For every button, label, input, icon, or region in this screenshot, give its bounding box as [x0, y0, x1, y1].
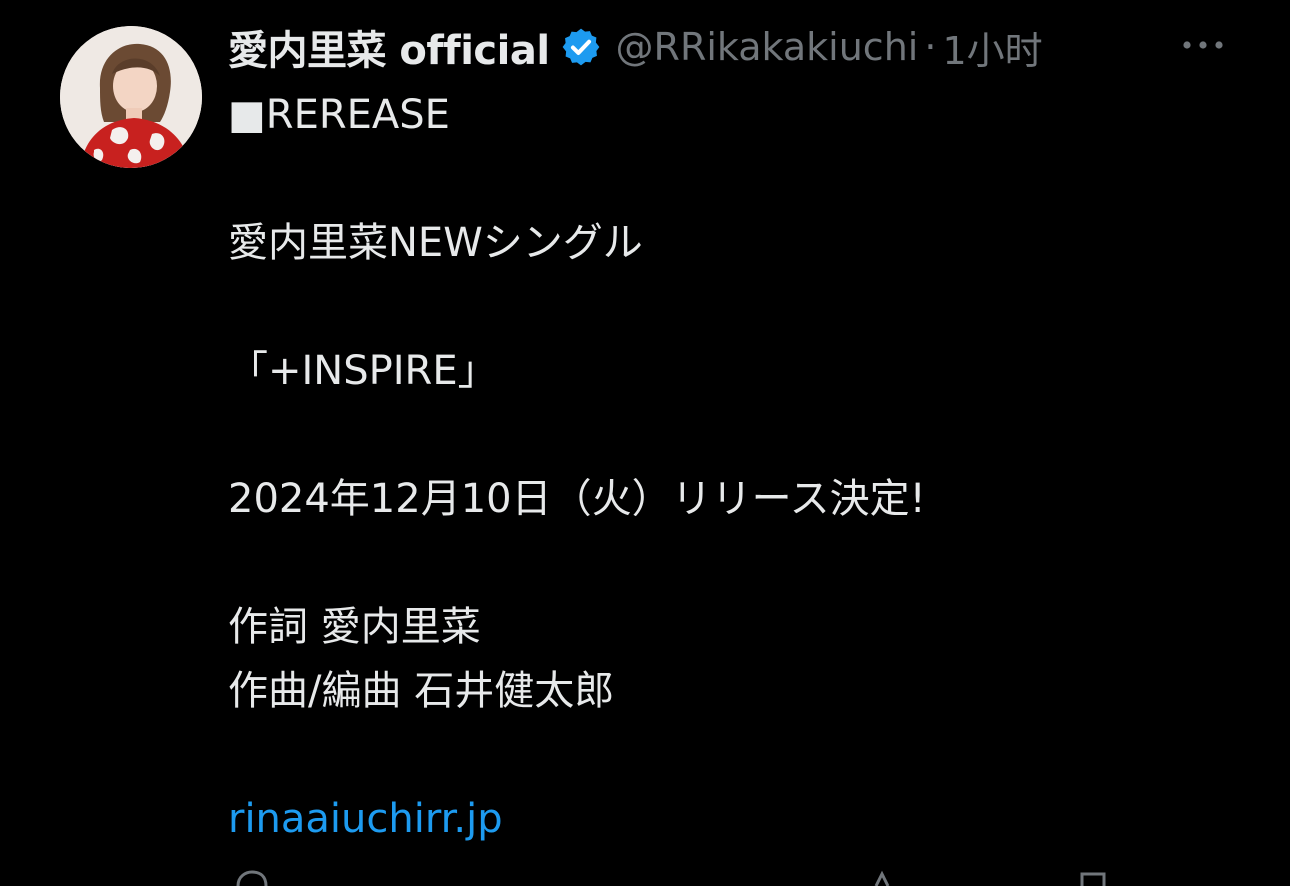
views-icon[interactable]: [862, 866, 902, 886]
tweet-link[interactable]: rinaaiuchirr.jp: [228, 792, 503, 846]
more-options-button[interactable]: [1180, 28, 1226, 62]
tweet-line-lyrics: 作詞 愛内里菜: [228, 604, 481, 650]
tweet-line-composer: 作曲/編曲 石井健太郎: [228, 668, 615, 714]
verified-badge-icon: [560, 26, 602, 68]
tweet-line-title: 「+INSPIRE」: [228, 348, 498, 394]
avatar[interactable]: [60, 26, 202, 168]
tweet-actions: [228, 866, 1228, 886]
tweet-line-date: 2024年12月10日（火）リリース決定!: [228, 476, 926, 522]
separator-dot: ·: [924, 25, 937, 69]
tweet-line-single: 愛内里菜NEWシングル: [228, 220, 643, 266]
tweet-line-release: ■REREASE: [228, 92, 450, 138]
profile-photo-icon: [60, 26, 202, 168]
timestamp[interactable]: 1小时: [942, 20, 1042, 75]
reply-icon[interactable]: [232, 866, 272, 886]
tweet-header: 愛内里菜 official @RRikakakiuchi · 1小时: [228, 16, 1248, 78]
bookmark-icon[interactable]: [1074, 866, 1114, 886]
more-horizontal-icon: [1183, 41, 1223, 49]
author-handle[interactable]: @RRikakakiuchi: [616, 25, 919, 69]
display-name[interactable]: 愛内里菜 official: [228, 18, 550, 76]
